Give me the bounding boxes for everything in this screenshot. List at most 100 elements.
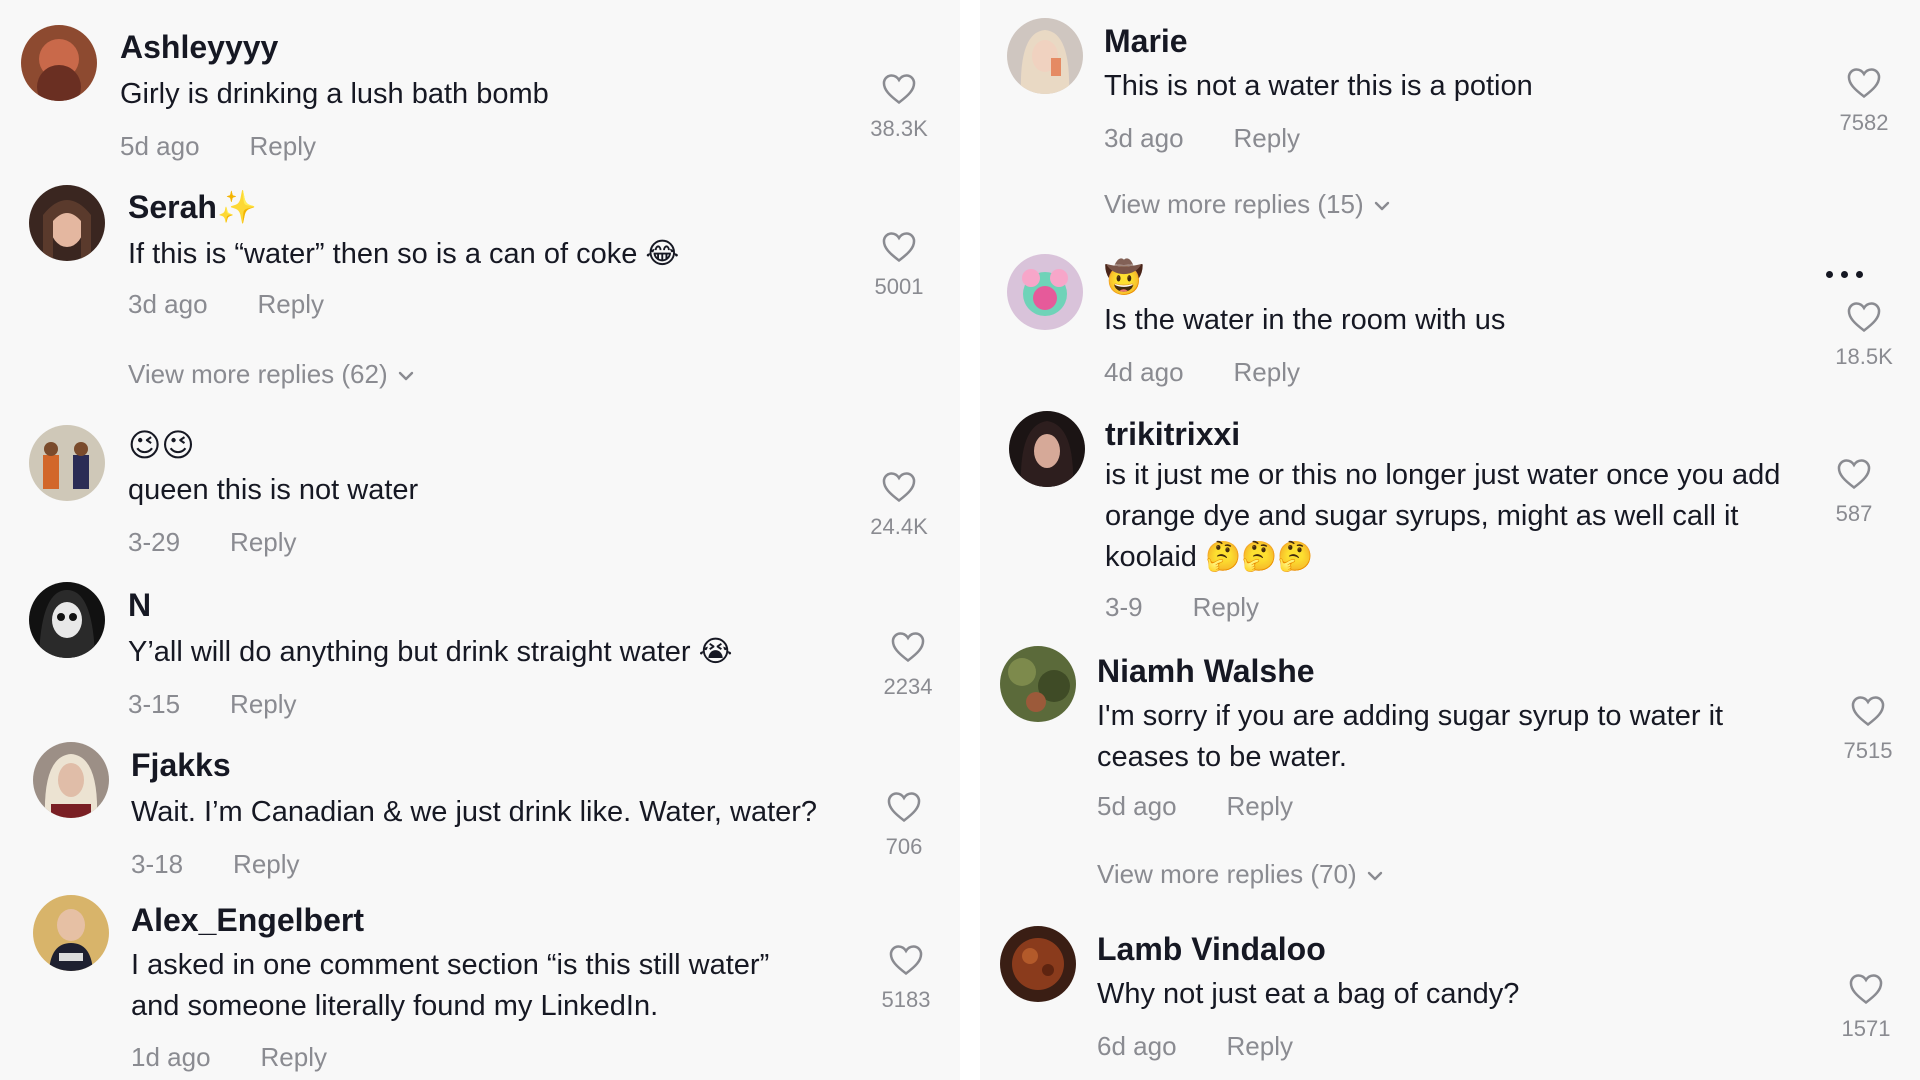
comment-line: is it just me or this no longer just wat…: [1105, 459, 1781, 491]
avatar[interactable]: [33, 742, 109, 818]
avatar[interactable]: [29, 425, 105, 501]
more-dot: [1856, 271, 1863, 278]
like-button[interactable]: 18.5K: [1824, 298, 1904, 370]
avatar[interactable]: [1007, 18, 1083, 94]
reply-button[interactable]: Reply: [233, 849, 299, 879]
reply-button[interactable]: Reply: [230, 689, 296, 719]
timestamp: 3d ago: [128, 289, 208, 319]
comment-line: and someone literally found my LinkedIn.: [131, 990, 659, 1022]
comment-meta: 3-18 Reply: [131, 848, 300, 880]
comment-text: If this is “water” then so is a can of c…: [128, 234, 679, 275]
view-more-replies[interactable]: View more replies (15): [1104, 188, 1392, 220]
comment-item: Serah✨ If this is “water” then so is a c…: [0, 170, 960, 410]
like-button[interactable]: 2234: [868, 628, 948, 700]
username[interactable]: Lamb Vindaloo: [1097, 930, 1326, 968]
username[interactable]: Ashleyyyy: [120, 28, 278, 66]
heart-outline-icon: [882, 74, 916, 105]
comment-text: I asked in one comment section “is this …: [131, 945, 769, 1027]
comment-item: Ashleyyyy Girly is drinking a lush bath …: [0, 0, 960, 170]
more-dot: [1826, 271, 1833, 278]
username[interactable]: trikitrixxi: [1105, 415, 1240, 453]
like-button[interactable]: 7515: [1828, 692, 1908, 764]
view-more-replies[interactable]: View more replies (62): [128, 358, 416, 390]
username[interactable]: Niamh Walshe: [1097, 652, 1315, 690]
timestamp: 4d ago: [1104, 357, 1184, 387]
comment-line: Y’all will do anything but drink straigh…: [128, 636, 733, 668]
like-button[interactable]: 587: [1814, 455, 1894, 527]
username[interactable]: 😉😉: [128, 426, 195, 464]
reply-button[interactable]: Reply: [258, 289, 324, 319]
like-count: 706: [885, 834, 923, 859]
timestamp: 3-18: [131, 849, 184, 879]
chevron-down-icon: [398, 371, 413, 381]
comment-line: koolaid 🤔🤔🤔: [1105, 541, 1314, 573]
like-count: 5001: [874, 274, 924, 299]
heart-outline-icon: [1849, 974, 1883, 1005]
more-options-icon[interactable]: [1826, 271, 1866, 283]
avatar[interactable]: [1000, 646, 1076, 722]
comment-text: Is the water in the room with us: [1104, 300, 1505, 341]
comment-item: Lamb Vindaloo Why not just eat a bag of …: [980, 910, 1920, 1080]
heart-outline-icon: [889, 945, 923, 976]
avatar[interactable]: [21, 25, 97, 101]
comment-meta: 1d ago Reply: [131, 1041, 327, 1073]
username[interactable]: Serah✨: [128, 188, 257, 226]
comment-line: I asked in one comment section “is this …: [131, 949, 770, 981]
username[interactable]: Marie: [1104, 22, 1188, 60]
like-count: 587: [1835, 501, 1873, 526]
comment-text: Wait. I’m Canadian & we just drink like.…: [131, 792, 817, 833]
reply-button[interactable]: Reply: [1227, 791, 1293, 821]
avatar[interactable]: [29, 582, 105, 658]
avatar[interactable]: [33, 895, 109, 971]
like-button[interactable]: 5183: [866, 941, 946, 1013]
username[interactable]: Fjakks: [131, 746, 231, 784]
comment-item: 😉😉 queen this is not water 3-29 Reply 24.…: [0, 410, 960, 570]
view-more-replies-label: View more replies (62): [128, 359, 388, 389]
comment-item: Marie This is not a water this is a poti…: [980, 0, 1920, 240]
chevron-down-icon: [1367, 871, 1382, 881]
avatar[interactable]: [1007, 254, 1083, 330]
comments-panel-left: Ashleyyyy Girly is drinking a lush bath …: [0, 0, 960, 1080]
avatar[interactable]: [1009, 411, 1085, 487]
comment-meta: 5d ago Reply: [120, 130, 316, 162]
heart-outline-icon: [1851, 696, 1885, 727]
like-button[interactable]: 1571: [1826, 970, 1906, 1042]
like-button[interactable]: 38.3K: [859, 70, 939, 142]
timestamp: 3d ago: [1104, 123, 1184, 153]
comment-line: If this is “water” then so is a can of c…: [128, 238, 680, 270]
timestamp: 5d ago: [120, 131, 200, 161]
like-count: 7515: [1843, 738, 1893, 763]
reply-button[interactable]: Reply: [1227, 1031, 1293, 1061]
comments-panel-right: Marie This is not a water this is a poti…: [980, 0, 1920, 1080]
like-count: 7582: [1839, 110, 1889, 135]
like-button[interactable]: 24.4K: [859, 468, 939, 540]
like-count: 24.4K: [870, 514, 928, 539]
avatar[interactable]: [29, 185, 105, 261]
comment-line: Why not just eat a bag of candy?: [1097, 978, 1520, 1010]
heart-outline-icon: [891, 632, 925, 663]
username[interactable]: Alex_Engelbert: [131, 901, 364, 939]
reply-button[interactable]: Reply: [230, 527, 296, 557]
reply-button[interactable]: Reply: [261, 1042, 327, 1072]
view-more-replies-label: View more replies (15): [1104, 189, 1364, 219]
reply-button[interactable]: Reply: [1234, 123, 1300, 153]
comment-line: Girly is drinking a lush bath bomb: [120, 78, 549, 110]
username[interactable]: N: [128, 586, 151, 624]
username[interactable]: 🤠: [1104, 258, 1144, 296]
like-count: 1571: [1841, 1016, 1891, 1041]
heart-outline-icon: [887, 792, 921, 823]
like-count: 38.3K: [870, 116, 928, 141]
like-button[interactable]: 7582: [1824, 64, 1904, 136]
reply-button[interactable]: Reply: [250, 131, 316, 161]
avatar[interactable]: [1000, 926, 1076, 1002]
reply-button[interactable]: Reply: [1234, 357, 1300, 387]
view-more-replies[interactable]: View more replies (70): [1097, 858, 1385, 890]
like-button[interactable]: 5001: [859, 228, 939, 300]
reply-button[interactable]: Reply: [1193, 592, 1259, 622]
timestamp: 3-9: [1105, 592, 1143, 622]
like-button[interactable]: 706: [864, 788, 944, 860]
comment-item: 🤠 Is the water in the room with us 4d ag…: [980, 240, 1920, 405]
comment-meta: 3-29 Reply: [128, 526, 297, 558]
comment-text: is it just me or this no longer just wat…: [1105, 455, 1780, 578]
comment-meta: 6d ago Reply: [1097, 1030, 1293, 1062]
